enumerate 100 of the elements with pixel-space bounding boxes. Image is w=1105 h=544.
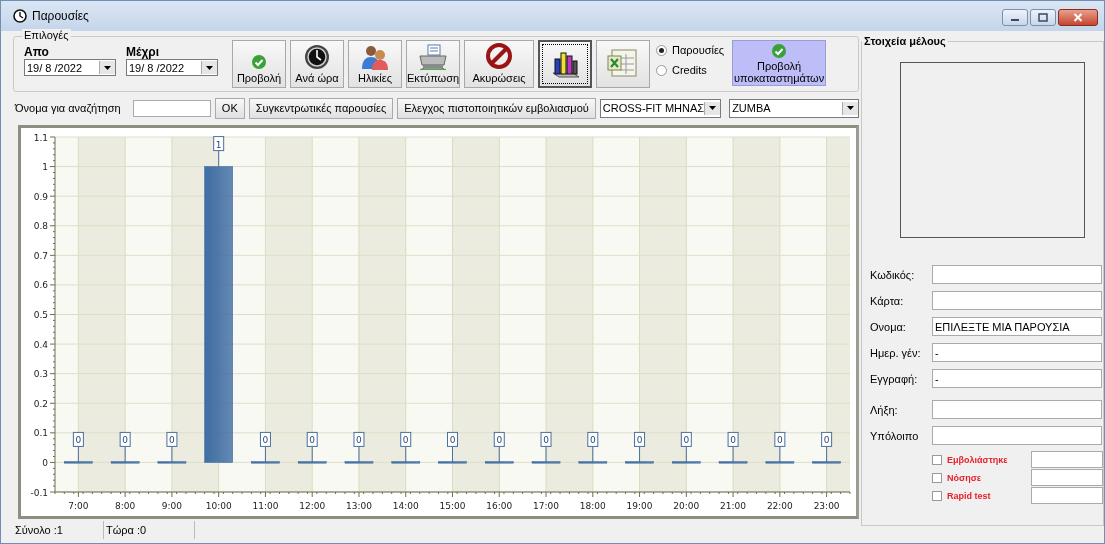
data-label: 0 [680,431,692,463]
text-field[interactable]: - [932,343,1102,362]
axis-label: 0.9 [33,191,48,202]
axis-label: 18:00 [579,501,606,511]
checkbox-label: Νόσησε [947,472,983,483]
data-label: 0 [636,435,643,446]
toolbar-button[interactable]: Προβολή [232,40,286,88]
bar [297,461,327,464]
text-field[interactable] [932,265,1102,284]
axis-label: 17:00 [533,501,559,511]
bar [718,461,748,464]
ok-button[interactable]: OK [214,97,245,119]
axis-label: 16:00 [486,501,513,511]
axis-label: 0.3 [33,369,48,380]
status-text: Τώρα :0 [104,521,195,539]
axis-label: 23:00 [813,501,840,511]
bar [484,461,514,464]
summary-button[interactable]: Συγκεντρωτικές παρουσίες [248,97,394,119]
data-label: 0 [309,435,316,446]
bar [438,461,467,464]
data-label: 0 [543,435,550,446]
data-label: 0 [774,431,786,463]
text-field[interactable]: - [932,369,1102,388]
axis-label: 15:00 [439,501,466,511]
data-label: 0 [589,435,596,446]
data-label: 0 [75,435,82,446]
bar [64,461,93,464]
data-label: 0 [119,431,131,463]
bar [251,461,280,464]
axis-label: 0.6 [33,280,48,291]
axis-label: 8:00 [115,501,136,511]
date-picker[interactable]: 19/ 8 /2022 [24,59,116,76]
axis-label: 9:00 [161,501,182,511]
checkbox[interactable] [932,490,942,501]
text-field[interactable] [932,291,1102,310]
data-label: 0 [493,431,505,463]
data-label: 0 [496,435,503,446]
text-field[interactable] [1031,487,1103,504]
spreadsheet-icon [606,47,640,78]
data-label: 0 [727,431,739,463]
text-field[interactable]: ΕΠΙΛΕΞΤΕ ΜΙΑ ΠΑΡΟΥΣΙΑ [932,317,1102,336]
toolbar-button[interactable] [538,40,592,88]
close-button[interactable] [1058,9,1098,26]
class-dropdown[interactable]: ZUMBA [729,98,859,118]
data-label: 0 [72,431,84,463]
people-icon [361,44,389,70]
axis-label: -0.1 [30,487,48,498]
data-label: 0 [447,431,458,463]
bar [344,461,374,464]
data-label: 0 [356,435,363,446]
data-label: 0 [306,431,318,463]
toolbar-button[interactable]: Εκτύπωση [406,40,460,88]
data-label: 0 [122,435,129,446]
radio-option[interactable]: Credits [656,64,725,76]
checkbox-label: Rapid test [947,490,992,501]
data-label: 0 [400,431,412,463]
field-label: Υπόλοιπο [870,429,920,442]
minimize-button[interactable] [1002,9,1028,26]
check-icon [771,42,788,59]
vaccination-check-button[interactable]: Ελεγχος πιστοποιητικών εμβολιασμού [397,97,596,119]
axis-label: 0 [42,457,48,468]
program-dropdown[interactable]: CROSS-FIT ΜΗΝΑΣ [599,98,722,118]
text-field[interactable] [932,426,1102,445]
field-label: Μέχρι [126,45,161,59]
data-label: 0 [353,431,365,463]
bar [765,461,795,464]
checkbox[interactable] [932,454,942,465]
window-title: Παρουσίες [32,9,90,23]
axis-label: 22:00 [766,501,793,511]
toolbar-button[interactable]: Ακυρώσεις [464,40,534,88]
radio-option[interactable]: Παρουσίες [656,44,725,56]
panel-title: Στοιχεία μέλους [862,35,948,47]
bar [578,461,608,464]
checkbox[interactable] [932,472,942,483]
data-label: 0 [587,431,599,463]
data-label: 0 [634,431,646,463]
toolbar-button[interactable]: Ανά ώρα [290,40,344,88]
axis-label: 0.8 [33,221,48,232]
data-label: 1 [213,136,225,168]
maximize-button[interactable] [1030,9,1056,26]
bar [672,461,701,464]
maximize-icon [1038,13,1048,22]
dropdown-arrow-icon [104,65,111,70]
close-icon [1073,13,1083,22]
axis-label: 0.4 [33,339,48,350]
text-field[interactable] [932,400,1102,419]
toolbar-button[interactable]: Ηλικίες [348,40,402,88]
data-label: 0 [262,435,269,446]
axis-label: 19:00 [626,501,653,511]
field-label: Λήξη: [870,403,899,416]
axis-label: 0.1 [33,428,48,439]
text-field[interactable] [1031,469,1103,486]
bar [812,461,841,464]
branches-button[interactable]: Προβολή υποκαταστημάτων [732,40,827,86]
search-field[interactable] [132,99,211,117]
axis-label: 10:00 [205,501,232,511]
data-label: 0 [169,435,176,446]
status-text: Σύνολο :1 [13,521,104,539]
date-picker[interactable]: 19/ 8 /2022 [126,59,218,76]
text-field[interactable] [1031,451,1103,468]
